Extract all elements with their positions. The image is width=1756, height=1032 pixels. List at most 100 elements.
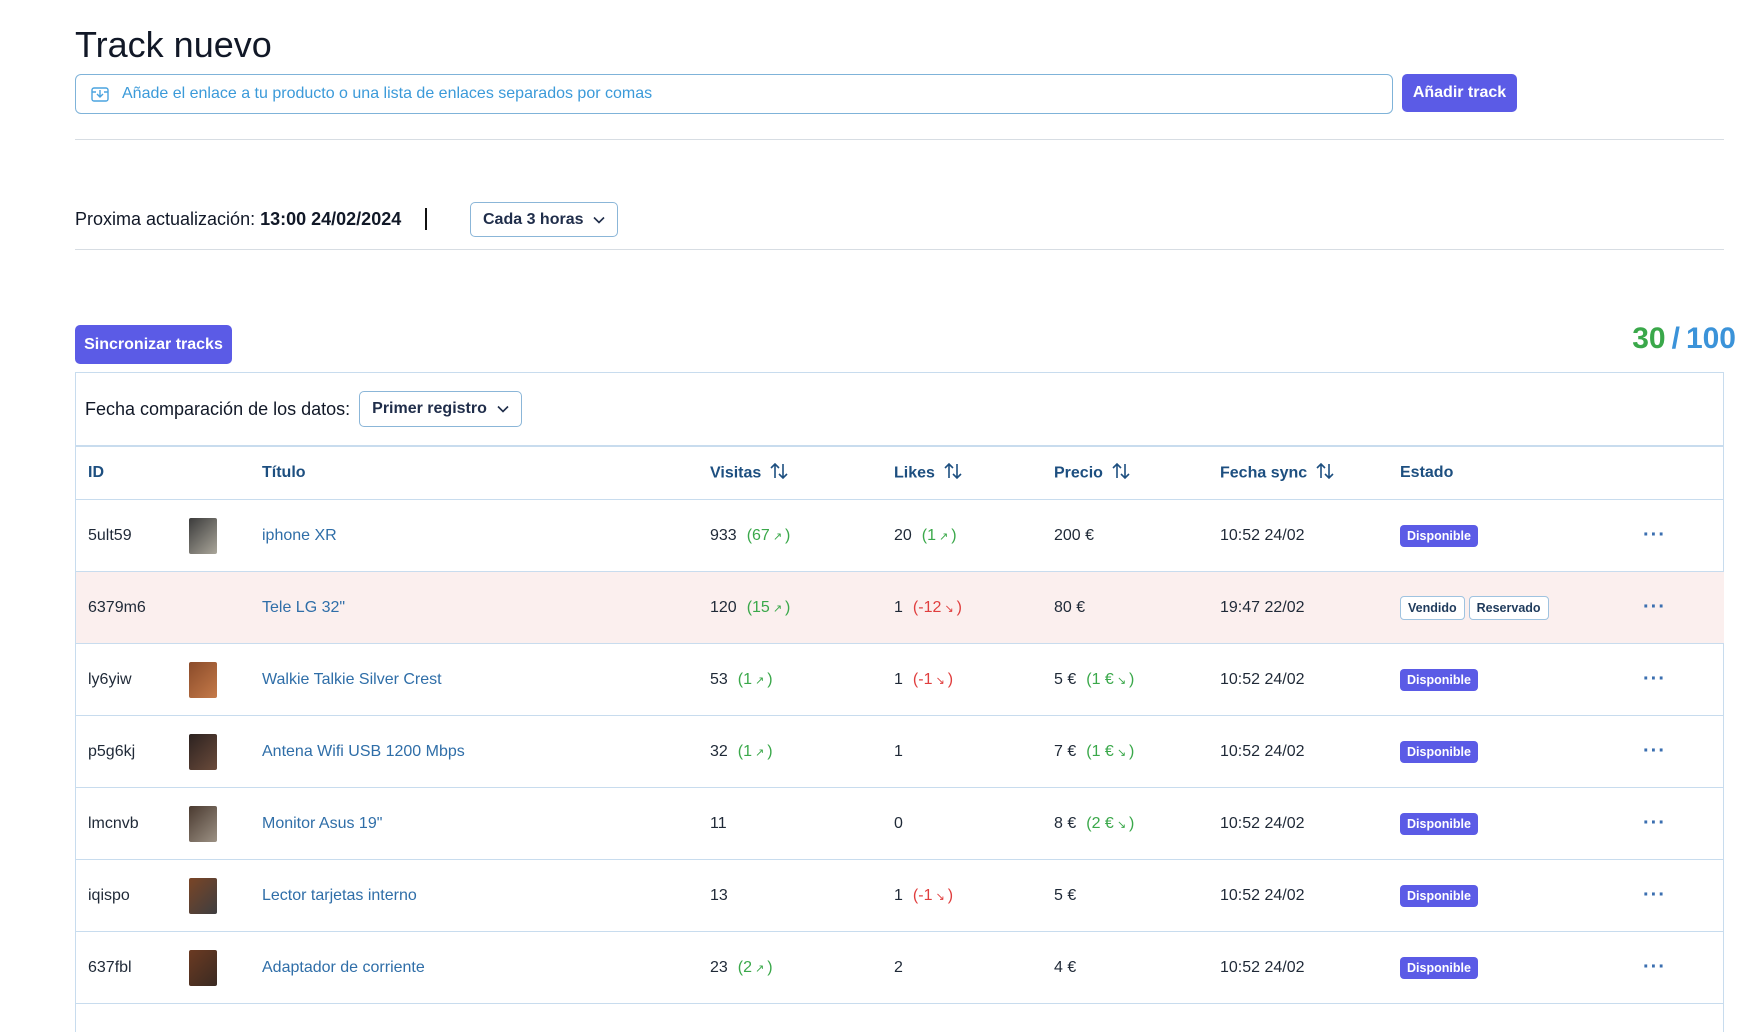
next-update: Proxima actualización: 13:00 24/02/2024 bbox=[75, 208, 428, 230]
likes-value: 1 bbox=[894, 670, 903, 688]
visits-value: 933 bbox=[710, 526, 737, 544]
cell-status: Disponible bbox=[1400, 499, 1624, 572]
sync-tracks-button[interactable]: Sincronizar tracks bbox=[75, 325, 232, 364]
status-badge: Reservado bbox=[1468, 595, 1549, 620]
cell-id: 5ult59 bbox=[76, 499, 189, 572]
divider bbox=[75, 139, 1724, 140]
download-box-icon bbox=[90, 84, 110, 104]
frequency-value: Cada 3 horas bbox=[483, 210, 584, 228]
likes-delta: (-1 ↘) bbox=[912, 886, 954, 904]
table-row[interactable]: 637fbl Adaptador de corriente 23 (2 ↗) 2 4 €10… bbox=[76, 931, 1724, 1004]
table-row[interactable]: 5ult59 iphone XR 933 (67 ↗) 20 (1 ↗) 200 € 10:52 … bbox=[76, 499, 1724, 572]
cell-likes: 1 (-1 ↘) bbox=[894, 859, 1054, 932]
cell-status: Disponible bbox=[1400, 931, 1624, 1004]
cell-likes: 2 bbox=[894, 931, 1054, 1004]
cell-menu: ··· bbox=[1624, 571, 1724, 644]
cell-likes: 1 (-12 ↘) bbox=[894, 571, 1054, 644]
track-counter: 30/100 bbox=[1632, 322, 1736, 356]
more-horizontal-icon[interactable]: ··· bbox=[1624, 668, 1666, 690]
product-title-link[interactable]: Antena Wifi USB 1200 Mbps bbox=[262, 743, 465, 760]
counter-used: 30 bbox=[1632, 322, 1666, 355]
likes-delta: (1 ↗) bbox=[921, 526, 957, 544]
tracks-table: ID Título Visitas Likes Precio Fecha syn… bbox=[76, 447, 1724, 1004]
cell-sync: 10:52 24/02 bbox=[1220, 859, 1400, 932]
cell-likes: 1 bbox=[894, 715, 1054, 788]
cell-sync: 10:52 24/02 bbox=[1220, 499, 1400, 572]
price-value: 5 € bbox=[1054, 670, 1077, 688]
header-status-label: Estado bbox=[1400, 464, 1454, 481]
likes-delta-value: -12 bbox=[918, 598, 942, 616]
cell-id: p5g6kj bbox=[76, 715, 189, 788]
track-id: p5g6kj bbox=[88, 742, 136, 760]
cell-menu: ··· bbox=[1624, 931, 1724, 1004]
price-value: 80 € bbox=[1054, 598, 1086, 616]
cell-price: 200 € bbox=[1054, 499, 1220, 572]
comparison-bar: Fecha comparación de los datos: Primer r… bbox=[76, 373, 1723, 447]
header-sync[interactable]: Fecha sync bbox=[1220, 447, 1400, 500]
sort-arrows-icon[interactable] bbox=[769, 462, 789, 485]
table-row[interactable]: p5g6kj Antena Wifi USB 1200 Mbps 32 (1 ↗) 1 7 … bbox=[76, 715, 1724, 788]
cell-price: 4 € bbox=[1054, 931, 1220, 1004]
more-horizontal-icon[interactable]: ··· bbox=[1624, 812, 1666, 834]
table-row[interactable]: ly6yiw Walkie Talkie Silver Crest 53 (1 ↗) 1(… bbox=[76, 643, 1724, 716]
visits-value: 32 bbox=[710, 742, 728, 760]
tracks-panel: Fecha comparación de los datos: Primer r… bbox=[75, 372, 1724, 1032]
comparison-label: Fecha comparación de los datos: bbox=[85, 398, 351, 419]
cell-image bbox=[189, 715, 262, 788]
more-horizontal-icon[interactable]: ··· bbox=[1624, 740, 1666, 762]
url-input[interactable] bbox=[120, 84, 1392, 104]
header-likes-label: Likes bbox=[894, 464, 935, 482]
more-horizontal-icon[interactable]: ··· bbox=[1624, 956, 1666, 978]
visits-delta-value: 67 bbox=[752, 526, 770, 544]
cell-status: Vendido Reservado bbox=[1400, 571, 1624, 644]
cell-title: Monitor Asus 19" bbox=[262, 787, 710, 860]
sort-arrows-icon[interactable] bbox=[1315, 462, 1335, 485]
cell-price: 80 € bbox=[1054, 571, 1220, 644]
visits-delta-value: 15 bbox=[752, 598, 770, 616]
cell-id: 637fbl bbox=[76, 931, 189, 1004]
product-thumbnail bbox=[189, 805, 217, 842]
header-visits-label: Visitas bbox=[710, 464, 762, 482]
frequency-select[interactable]: Cada 3 horas bbox=[470, 202, 619, 237]
header-price[interactable]: Precio bbox=[1054, 447, 1220, 500]
cell-status: Disponible bbox=[1400, 859, 1624, 932]
more-horizontal-icon[interactable]: ··· bbox=[1624, 596, 1666, 618]
cell-menu: ··· bbox=[1624, 643, 1724, 716]
comparison-select[interactable]: Primer registro bbox=[359, 391, 522, 427]
visits-delta-value: 1 bbox=[743, 742, 753, 760]
product-title-link[interactable]: Lector tarjetas interno bbox=[262, 887, 417, 904]
add-track-button[interactable]: Añadir track bbox=[1402, 74, 1517, 112]
url-input-wrapper[interactable] bbox=[75, 74, 1393, 114]
header-status: Estado bbox=[1400, 447, 1624, 500]
product-title-link[interactable]: iphone XR bbox=[262, 527, 337, 544]
product-title-link[interactable]: Adaptador de corriente bbox=[262, 959, 425, 976]
trend-down-icon: ↘ bbox=[1116, 746, 1127, 759]
sort-arrows-icon[interactable] bbox=[943, 462, 963, 485]
visits-delta-value: 1 bbox=[743, 670, 753, 688]
header-visits[interactable]: Visitas bbox=[710, 447, 894, 500]
table-row[interactable]: lmcnvb Monitor Asus 19" 11 0 8 € (2 € ↘) 10:52 … bbox=[76, 787, 1724, 860]
table-row[interactable]: iqispo Lector tarjetas interno 13 1 (-1 ↘) 5 €… bbox=[76, 859, 1724, 932]
likes-value: 2 bbox=[894, 958, 903, 976]
trend-up-icon: ↗ bbox=[755, 746, 765, 759]
cell-menu: ··· bbox=[1624, 859, 1724, 932]
product-title-link[interactable]: Walkie Talkie Silver Crest bbox=[262, 671, 442, 688]
sync-date: 10:52 24/02 bbox=[1220, 886, 1305, 904]
header-likes[interactable]: Likes bbox=[894, 447, 1054, 500]
table-row[interactable]: 6379m6 Tele LG 32" 120 (15 ↗) 1 (-12 ↘) 80 € 19:4… bbox=[76, 571, 1724, 644]
product-title-link[interactable]: Monitor Asus 19" bbox=[262, 815, 382, 832]
sort-arrows-icon[interactable] bbox=[1111, 462, 1131, 485]
trend-up-icon: ↗ bbox=[755, 674, 765, 687]
visits-delta-value: 2 bbox=[743, 958, 753, 976]
cell-image bbox=[189, 931, 262, 1004]
product-title-link[interactable]: Tele LG 32" bbox=[262, 599, 345, 616]
trend-up-icon: ↗ bbox=[772, 530, 783, 543]
more-horizontal-icon[interactable]: ··· bbox=[1624, 884, 1666, 906]
cell-sync: 10:52 24/02 bbox=[1220, 931, 1400, 1004]
cell-sync: 19:47 22/02 bbox=[1220, 571, 1400, 644]
more-horizontal-icon[interactable]: ··· bbox=[1624, 524, 1666, 546]
cell-title: Walkie Talkie Silver Crest bbox=[262, 643, 710, 716]
page-title: Track nuevo bbox=[75, 24, 272, 65]
product-thumbnail bbox=[189, 517, 217, 554]
header-price-label: Precio bbox=[1054, 464, 1103, 482]
